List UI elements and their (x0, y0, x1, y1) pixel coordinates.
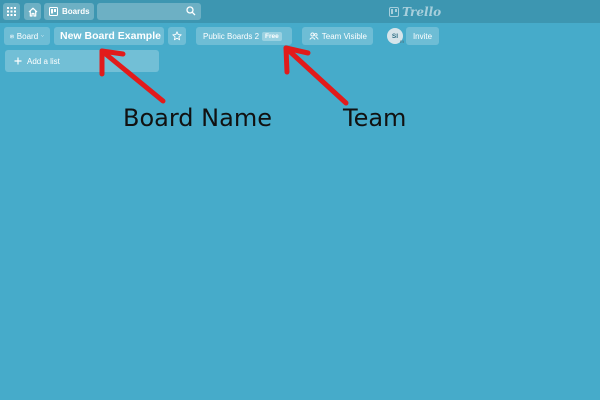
board-name-annotation: Board Name (123, 104, 272, 132)
arrow-to-board-name (99, 48, 166, 104)
annotation-arrows (99, 45, 349, 106)
arrow-to-team (283, 45, 349, 106)
team-annotation: Team (343, 104, 407, 132)
